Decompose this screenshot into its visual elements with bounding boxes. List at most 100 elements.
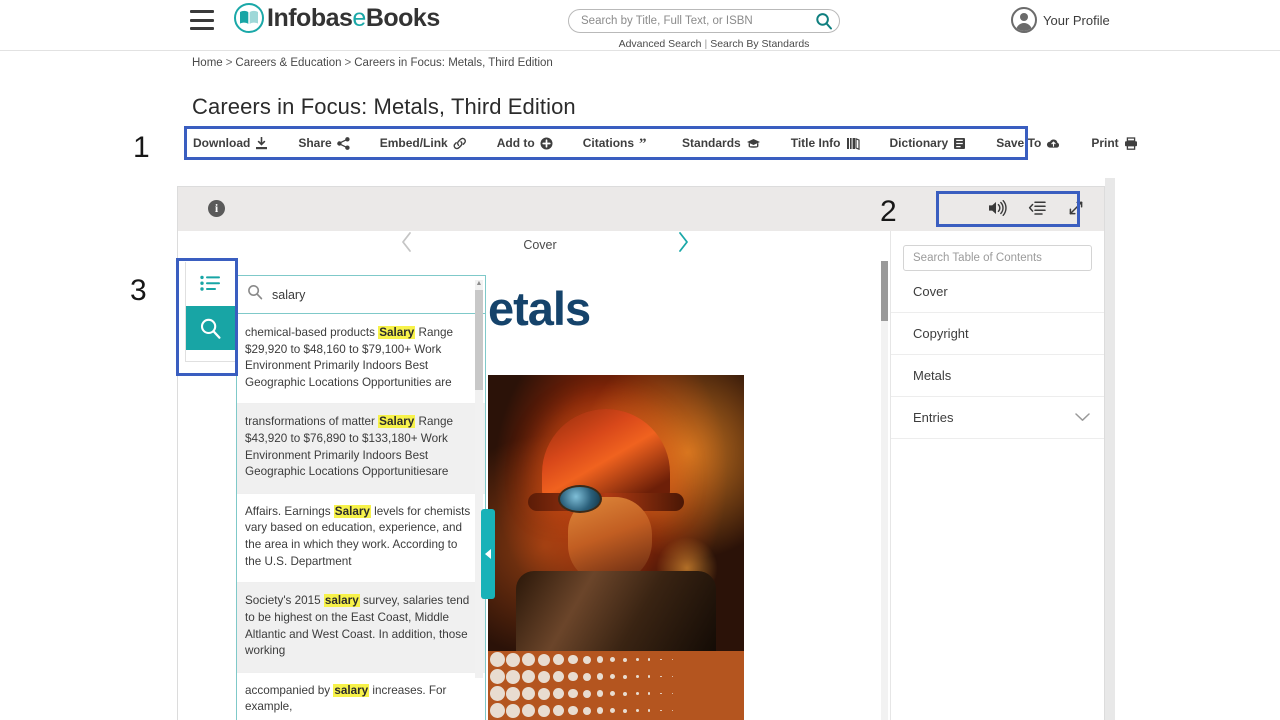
search-result-item[interactable]: accompanied by salary increases. For exa… bbox=[237, 673, 485, 720]
next-page-button[interactable] bbox=[676, 231, 690, 258]
halftone-dot bbox=[553, 688, 565, 699]
search-result-item[interactable]: Society's 2015 salary survey, salaries t… bbox=[237, 583, 485, 673]
breadcrumb-home[interactable]: Home bbox=[192, 57, 223, 69]
toc-item-entries[interactable]: Entries bbox=[891, 397, 1104, 439]
toc-item-cover[interactable]: Cover bbox=[891, 271, 1104, 313]
halftone-dot bbox=[660, 675, 662, 678]
toc-item-copyright[interactable]: Copyright bbox=[891, 313, 1104, 355]
link-icon bbox=[453, 137, 467, 150]
halftone-dot bbox=[490, 686, 505, 701]
halftone-dot bbox=[672, 675, 674, 678]
halftone-dot bbox=[568, 671, 578, 682]
user-avatar-icon bbox=[1011, 7, 1037, 33]
search-result-item[interactable]: chemical-based products Salary Range $29… bbox=[237, 315, 485, 405]
toc-rail-button[interactable] bbox=[186, 262, 235, 306]
book-cover-halftone-band bbox=[488, 651, 744, 720]
print-button[interactable]: Print bbox=[1076, 136, 1152, 150]
collapse-panel-handle[interactable] bbox=[481, 509, 495, 599]
speaker-icon[interactable] bbox=[983, 200, 1013, 216]
profile-menu[interactable]: Your Profile bbox=[1011, 7, 1110, 33]
search-results-list: chemical-based products Salary Range $29… bbox=[237, 315, 485, 720]
in-book-search-box[interactable] bbox=[237, 276, 485, 314]
toc-search-input[interactable] bbox=[913, 252, 1082, 264]
triangle-left-icon bbox=[485, 549, 491, 559]
share-button[interactable]: Share bbox=[283, 136, 364, 150]
hamburger-bar bbox=[190, 18, 214, 22]
toc-item-label: Cover bbox=[913, 284, 948, 299]
halftone-dot-row bbox=[488, 668, 744, 685]
title-info-button[interactable]: Title Info bbox=[776, 136, 875, 150]
halftone-dot bbox=[522, 670, 536, 683]
toolbar-label: Title Info bbox=[790, 136, 841, 150]
breadcrumb-category[interactable]: Careers & Education bbox=[235, 57, 341, 69]
annotation-number-3: 3 bbox=[130, 274, 147, 307]
open-book-logo-icon bbox=[234, 3, 264, 33]
halftone-dot bbox=[582, 655, 591, 664]
global-search-input[interactable] bbox=[581, 15, 815, 27]
halftone-dot bbox=[522, 687, 536, 700]
halftone-dot bbox=[522, 653, 536, 666]
halftone-dot bbox=[635, 658, 639, 661]
document-action-toolbar: Download Share Embed/Link Add to Citatio bbox=[184, 126, 1137, 160]
svg-text:”: ” bbox=[639, 137, 647, 150]
search-result-item[interactable]: transformations of matter Salary Range $… bbox=[237, 404, 485, 494]
download-button[interactable]: Download bbox=[193, 136, 283, 150]
scrollbar-thumb[interactable] bbox=[475, 290, 483, 390]
photo-goggles bbox=[558, 485, 602, 513]
halftone-dot bbox=[553, 654, 565, 665]
halftone-dot-row bbox=[488, 651, 744, 668]
ebook-viewer: i Cover salary chemical-based products S… bbox=[177, 186, 1105, 720]
search-result-item[interactable]: Affairs. Earnings Salary levels for chem… bbox=[237, 494, 485, 584]
search-by-standards-link[interactable]: Search By Standards bbox=[710, 38, 809, 50]
halftone-dot bbox=[635, 692, 639, 695]
result-highlight: salary bbox=[323, 594, 360, 608]
site-logo[interactable]: InfobaseBooks bbox=[234, 3, 440, 33]
save-to-button[interactable]: Save To bbox=[981, 136, 1076, 150]
profile-label: Your Profile bbox=[1043, 12, 1110, 28]
halftone-dot bbox=[596, 707, 604, 714]
share-icon bbox=[336, 136, 350, 150]
toolbar-label: Citations bbox=[582, 136, 635, 150]
halftone-dot bbox=[596, 656, 604, 663]
previous-page-button[interactable] bbox=[400, 231, 414, 258]
scrollbar-thumb[interactable] bbox=[881, 261, 888, 321]
toc-list-icon[interactable] bbox=[1022, 200, 1052, 216]
halftone-dot bbox=[537, 670, 550, 683]
toc-item-metals[interactable]: Metals bbox=[891, 355, 1104, 397]
halftone-dot bbox=[610, 691, 616, 696]
halftone-dot-row bbox=[488, 685, 744, 702]
result-highlight: Salary bbox=[378, 415, 416, 429]
breadcrumb-separator: > bbox=[344, 57, 352, 69]
dictionary-button[interactable]: Dictionary bbox=[875, 136, 982, 150]
result-text-pre: Society's 2015 bbox=[245, 594, 324, 608]
global-search-box[interactable] bbox=[568, 9, 840, 33]
search-rail-button[interactable] bbox=[186, 306, 235, 350]
standards-button[interactable]: Standards bbox=[667, 136, 776, 150]
toc-search-box[interactable] bbox=[903, 245, 1092, 271]
halftone-dot bbox=[672, 692, 674, 695]
info-icon[interactable]: i bbox=[208, 200, 225, 217]
toolbar-label: Print bbox=[1091, 136, 1119, 150]
expand-arrows-icon[interactable] bbox=[1061, 200, 1091, 216]
halftone-dot bbox=[568, 688, 578, 699]
chevron-down-icon[interactable] bbox=[1075, 410, 1090, 425]
halftone-dot bbox=[596, 673, 604, 680]
citations-button[interactable]: Citations ” bbox=[568, 136, 667, 150]
page-right-gutter bbox=[1105, 178, 1115, 720]
annotation-number-1: 1 bbox=[133, 131, 150, 164]
search-results-scrollbar[interactable]: ▲ bbox=[475, 280, 483, 678]
halftone-dot bbox=[506, 652, 521, 667]
add-to-button[interactable]: Add to bbox=[482, 136, 568, 150]
result-highlight: salary bbox=[333, 683, 370, 697]
hamburger-menu-icon[interactable] bbox=[190, 10, 214, 30]
embed-link-button[interactable]: Embed/Link bbox=[365, 136, 482, 150]
halftone-dot bbox=[506, 686, 521, 701]
scroll-up-arrow-icon[interactable]: ▲ bbox=[475, 280, 483, 287]
book-page-scrollbar[interactable] bbox=[881, 261, 888, 720]
search-icon[interactable] bbox=[815, 12, 833, 30]
toolbar-label: Save To bbox=[996, 136, 1042, 150]
in-book-search-input[interactable] bbox=[272, 287, 475, 302]
halftone-dot bbox=[537, 687, 550, 700]
advanced-search-link[interactable]: Advanced Search bbox=[619, 38, 702, 50]
book-info-icon bbox=[846, 137, 860, 150]
